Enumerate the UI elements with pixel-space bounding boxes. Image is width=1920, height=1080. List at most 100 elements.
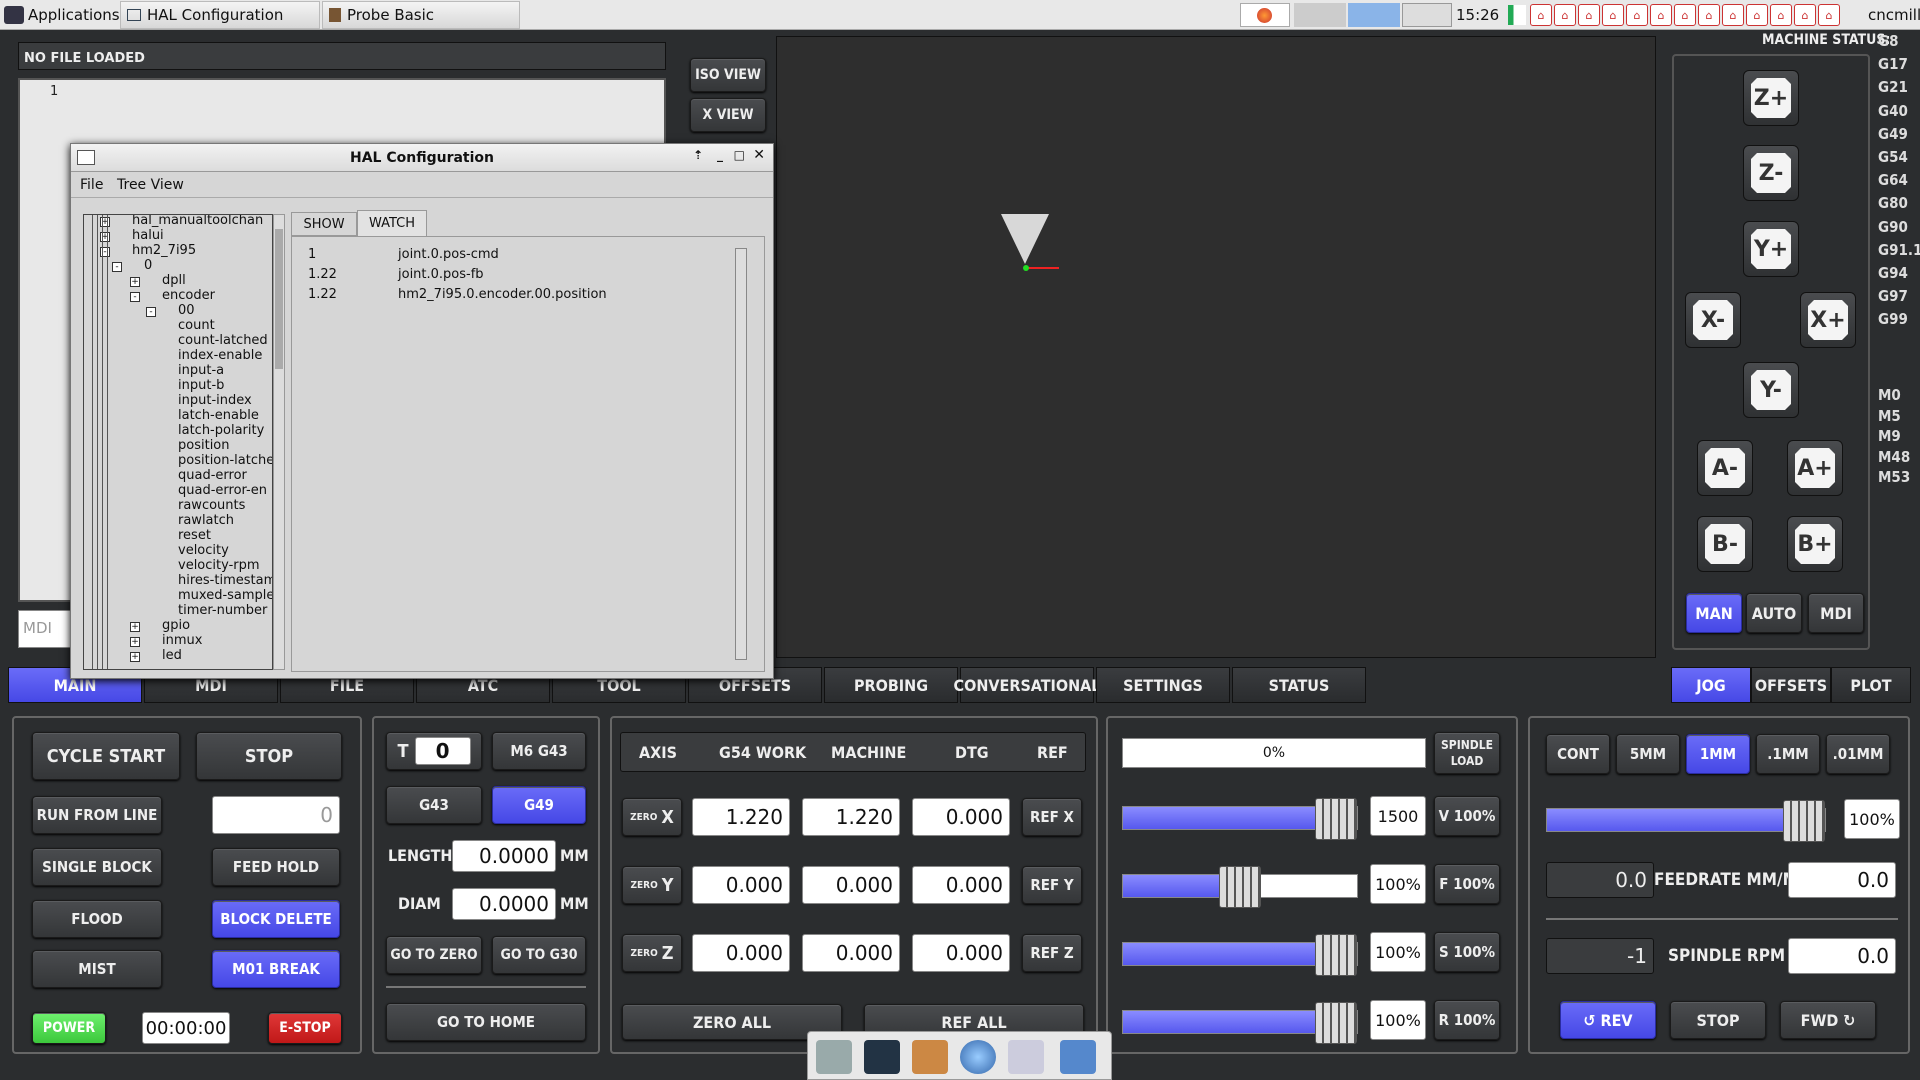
tree-node[interactable]: rawlatch <box>178 513 234 528</box>
scrollbar-thumb[interactable] <box>275 229 283 369</box>
slider-handle[interactable] <box>1783 800 1825 842</box>
task-hal-configuration[interactable]: HAL Configuration <box>120 1 320 29</box>
folder-icon[interactable] <box>1060 1040 1096 1074</box>
zero-x-button[interactable]: ZERO X <box>622 798 682 836</box>
maximize-icon[interactable]: □ <box>734 148 745 162</box>
tree-node[interactable]: dpll <box>162 273 186 288</box>
task-probe-basic[interactable]: Probe Basic <box>322 1 520 29</box>
jog-z-plus-button[interactable]: Z+ <box>1743 70 1799 126</box>
zero-y-button[interactable]: ZERO Y <box>622 866 682 904</box>
zero-z-button[interactable]: ZERO Z <box>622 934 682 972</box>
spindle-override-reset-button[interactable]: S 100% <box>1434 932 1500 972</box>
tab-plot[interactable]: PLOT <box>1831 667 1911 703</box>
mode-auto-button[interactable]: AUTO <box>1746 593 1802 633</box>
tree-node[interactable]: hires-timestam <box>178 573 272 588</box>
browser-icon[interactable] <box>960 1040 996 1074</box>
menu-file[interactable]: File <box>80 177 103 193</box>
tree-node[interactable]: led <box>162 648 182 663</box>
jog-increment-5mm[interactable]: 5MM <box>1616 734 1680 774</box>
jog-increment-1mm[interactable]: 1MM <box>1686 734 1750 774</box>
slider-handle[interactable] <box>1315 1002 1357 1044</box>
expand-icon[interactable]: + <box>130 277 140 287</box>
expand-icon[interactable]: + <box>130 637 140 647</box>
watch-scrollbar[interactable] <box>735 248 747 660</box>
go-to-zero-button[interactable]: GO TO ZERO <box>386 936 482 974</box>
tree-node[interactable]: hal_manualtoolchan <box>132 215 263 228</box>
tree-node[interactable]: input-index <box>178 393 252 408</box>
applications-menu[interactable]: Applications <box>4 4 120 26</box>
tree-node[interactable]: reset <box>178 528 211 543</box>
jog-y-plus-button[interactable]: Y+ <box>1743 221 1799 277</box>
estop-button[interactable]: E-STOP <box>268 1012 342 1044</box>
feed-override-reset-button[interactable]: F 100% <box>1434 864 1500 904</box>
jog-increment-dot1mm[interactable]: .1MM <box>1756 734 1820 774</box>
tab-settings[interactable]: SETTINGS <box>1096 667 1230 703</box>
tab-offsets-right[interactable]: OFFSETS <box>1751 667 1831 703</box>
go-to-g30-button[interactable]: GO TO G30 <box>492 936 586 974</box>
feed-override-slider[interactable] <box>1122 866 1358 908</box>
jog-a-plus-button[interactable]: A+ <box>1787 440 1843 496</box>
rapid-override-slider[interactable] <box>1122 798 1358 840</box>
tree-node[interactable]: count-latched <box>178 333 268 348</box>
g49-button[interactable]: G49 <box>492 786 586 824</box>
spindle-override-slider[interactable] <box>1122 934 1358 976</box>
iso-view-button[interactable]: ISO VIEW <box>690 58 766 92</box>
slider-handle[interactable] <box>1219 866 1261 908</box>
jog-increment-cont[interactable]: CONT <box>1546 734 1610 774</box>
mdi-input[interactable]: MDI <box>18 610 78 648</box>
tree-node[interactable]: halui <box>132 228 164 243</box>
rapid-rate-override-reset-button[interactable]: R 100% <box>1434 1000 1500 1040</box>
tree-node[interactable]: input-b <box>178 378 224 393</box>
workspace-3[interactable] <box>1402 3 1452 27</box>
tree-node[interactable]: timer-number <box>178 603 267 618</box>
desktop-icon[interactable] <box>816 1040 852 1074</box>
shade-icon[interactable]: ⇡ <box>693 148 703 162</box>
terminal-icon[interactable] <box>864 1040 900 1074</box>
search-icon[interactable] <box>1008 1040 1044 1074</box>
tool-number-input[interactable]: 0 <box>414 737 471 765</box>
tree-scrollbar[interactable] <box>273 214 285 670</box>
stop-button[interactable]: STOP <box>196 732 342 780</box>
jog-b-plus-button[interactable]: B+ <box>1787 516 1843 572</box>
mode-mdi-button[interactable]: MDI <box>1808 593 1864 633</box>
tree-node[interactable]: velocity <box>178 543 229 558</box>
block-delete-button[interactable]: BLOCK DELETE <box>212 900 340 938</box>
run-from-line-button[interactable]: RUN FROM LINE <box>32 796 162 834</box>
tab-watch[interactable]: WATCH <box>357 210 427 236</box>
power-button[interactable]: POWER <box>32 1012 106 1044</box>
m6-g43-button[interactable]: M6 G43 <box>492 732 586 770</box>
tree-node[interactable]: index-enable <box>178 348 262 363</box>
spindle-rpm-input[interactable]: 0.0 <box>1788 938 1896 974</box>
x-view-button[interactable]: X VIEW <box>690 98 766 132</box>
tree-node[interactable]: rawcounts <box>178 498 245 513</box>
ref-x-button[interactable]: REF X <box>1022 798 1082 836</box>
workspace-2[interactable] <box>1348 3 1400 27</box>
jog-x-minus-button[interactable]: X- <box>1685 292 1741 348</box>
jog-z-minus-button[interactable]: Z- <box>1743 145 1799 201</box>
g43-button[interactable]: G43 <box>386 786 482 824</box>
firefox-launcher[interactable] <box>1240 3 1290 27</box>
jog-speed-slider[interactable] <box>1546 800 1826 842</box>
jog-x-plus-button[interactable]: X+ <box>1800 292 1856 348</box>
close-icon[interactable]: ✕ <box>753 147 765 163</box>
rapid-rate-override-slider[interactable] <box>1122 1002 1358 1044</box>
tree-node[interactable]: position-latche <box>178 453 272 468</box>
single-block-button[interactable]: SINGLE BLOCK <box>32 848 162 886</box>
backplot-viewport[interactable] <box>776 36 1656 658</box>
spindle-forward-button[interactable]: FWD ↻ <box>1780 1001 1876 1039</box>
tree-node[interactable]: latch-polarity <box>178 423 264 438</box>
go-to-home-button[interactable]: GO TO HOME <box>386 1003 586 1041</box>
tree-node[interactable]: hm2_7i95 <box>132 243 196 258</box>
spindle-stop-button[interactable]: STOP <box>1670 1001 1766 1039</box>
m01-break-button[interactable]: M01 BREAK <box>212 950 340 988</box>
tree-node[interactable]: encoder <box>162 288 215 303</box>
expand-icon[interactable]: + <box>130 652 140 662</box>
tree-node[interactable]: muxed-sample- <box>178 588 272 603</box>
archive-icon[interactable] <box>912 1040 948 1074</box>
tree-node[interactable]: 00 <box>178 303 195 318</box>
spindle-reverse-button[interactable]: ↺ REV <box>1560 1001 1656 1039</box>
mist-button[interactable]: MIST <box>32 950 162 988</box>
cycle-start-button[interactable]: CYCLE START <box>32 732 180 780</box>
tree-node[interactable]: gpio <box>162 618 190 633</box>
tree-node[interactable]: inmux <box>162 633 202 648</box>
